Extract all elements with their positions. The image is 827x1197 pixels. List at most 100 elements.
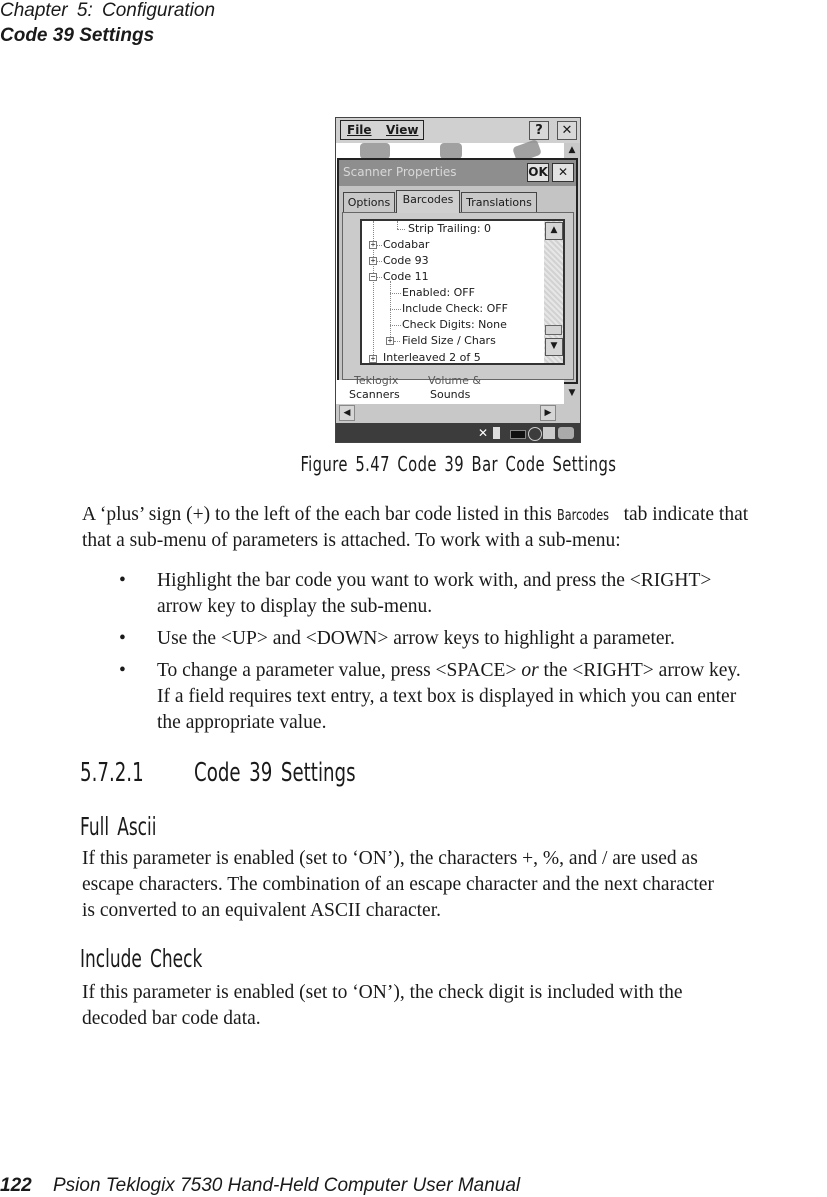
- volume-label: Volume &: [428, 374, 481, 387]
- connection-icon: [493, 427, 500, 439]
- chapter-header: Chapter 5: Configuration: [0, 0, 216, 21]
- bullet-line: Use the <UP> and <DOWN> arrow keys to hi…: [157, 628, 675, 649]
- bullet-text: To change a parameter value, press <SPAC…: [157, 660, 522, 681]
- figure-caption: Figure 5.47 Code 39 Bar Code Settings: [300, 452, 617, 476]
- battery-icon: [510, 430, 526, 439]
- tree-line: [394, 341, 400, 342]
- scroll-down-icon[interactable]: ▼: [545, 338, 563, 356]
- tree-item-strip-trailing[interactable]: Strip Trailing: 0: [408, 221, 491, 237]
- include-check-paragraph: If this parameter is enabled (set to ‘ON…: [82, 980, 827, 1032]
- sounds-label[interactable]: Sounds: [430, 388, 470, 401]
- tree-scrollbar[interactable]: ▲ ▼: [544, 221, 563, 363]
- bullet-item: Highlight the bar code you want to work …: [157, 568, 827, 620]
- document-icon: [440, 143, 462, 159]
- close-button[interactable]: ✕: [557, 121, 577, 140]
- bullet-item: To change a parameter value, press <SPAC…: [157, 658, 827, 736]
- page-number: 122: [0, 1175, 32, 1196]
- ok-button[interactable]: OK: [527, 163, 549, 182]
- paragraph-line: escape characters. The combination of an…: [82, 874, 714, 895]
- bullet-marker: •: [119, 570, 126, 591]
- tree-item-field-size[interactable]: Field Size / Chars: [402, 333, 496, 349]
- tab-options[interactable]: Options: [343, 192, 395, 212]
- scanners-label[interactable]: Scanners: [349, 388, 400, 401]
- menu-bar: File View ? ✕: [336, 118, 580, 143]
- tab-barcodes[interactable]: Barcodes: [396, 190, 460, 213]
- dialog-close-button[interactable]: ✕: [552, 163, 574, 182]
- bullet-item: Use the <UP> and <DOWN> arrow keys to hi…: [157, 626, 827, 652]
- tree-item-code-11[interactable]: Code 11: [383, 269, 429, 285]
- tree-line: [377, 245, 382, 246]
- tree-line: [377, 277, 382, 278]
- teklogix-label: Teklogix: [354, 374, 399, 387]
- tab-strip: Options Barcodes Translations: [343, 190, 573, 213]
- bullet-line: If a field requires text entry, a text b…: [157, 686, 737, 707]
- users-icon: [360, 143, 390, 159]
- paragraph-line: If this parameter is enabled (set to ‘ON…: [82, 848, 698, 869]
- collapse-minus-icon[interactable]: −: [369, 273, 377, 281]
- scanner-properties-dialog: Scanner Properties OK ✕ Options Barcodes…: [337, 158, 578, 384]
- section-number: 5.7.2.1: [80, 758, 144, 788]
- tree-line: [397, 221, 398, 229]
- tree-line: [377, 261, 382, 262]
- desktop-hscroll[interactable]: ◀ ▶: [336, 405, 564, 422]
- scroll-down-icon[interactable]: ▼: [564, 386, 580, 402]
- intro-text: tab indicate that: [618, 504, 749, 525]
- paragraph-line: If this parameter is enabled (set to ‘ON…: [82, 982, 683, 1003]
- tree-line: [397, 229, 405, 230]
- dialog-title: Scanner Properties: [343, 165, 457, 179]
- camera-icon: [543, 427, 555, 439]
- tree-item-code-93[interactable]: Code 93: [383, 253, 429, 269]
- full-ascii-heading: Full Ascii: [80, 812, 157, 841]
- bullet-marker: •: [119, 660, 126, 681]
- tree-line: [390, 325, 401, 326]
- desktop-labels: Teklogix Scanners Volume & Sounds: [336, 374, 564, 404]
- intro-text: A ‘plus’ sign (+) to the left of the eac…: [82, 504, 557, 525]
- bullet-line: Highlight the bar code you want to work …: [157, 570, 712, 591]
- taskbar: ✕: [336, 423, 580, 442]
- section-title: Code 39 Settings: [194, 758, 356, 788]
- bullet-line: To change a parameter value, press <SPAC…: [157, 658, 827, 684]
- help-button[interactable]: ?: [529, 121, 549, 140]
- barcodes-tab-ref: Barcodes: [556, 506, 609, 524]
- manual-title: Psion Teklogix 7530 Hand-Held Computer U…: [53, 1175, 521, 1196]
- intro-line-1: A ‘plus’ sign (+) to the left of the eac…: [82, 502, 827, 528]
- tree-item-include-check[interactable]: Include Check: OFF: [402, 301, 508, 317]
- network-x-icon: ✕: [478, 426, 489, 440]
- tree-line: [390, 293, 401, 294]
- barcode-tree[interactable]: Strip Trailing: 0 + Codabar + Code 93 − …: [360, 219, 565, 365]
- dock-icon: [558, 427, 574, 439]
- scroll-up-icon[interactable]: ▲: [564, 143, 580, 159]
- section-header: Code 39 Settings: [0, 25, 155, 46]
- intro-paragraph: A ‘plus’ sign (+) to the left of the eac…: [82, 502, 827, 554]
- menu-box: File View: [340, 120, 424, 140]
- full-ascii-paragraph: If this parameter is enabled (set to ‘ON…: [82, 846, 827, 924]
- scroll-up-icon[interactable]: ▲: [545, 222, 563, 240]
- tree-item-interleaved[interactable]: Interleaved 2 of 5: [383, 350, 481, 363]
- intro-line-2: that a sub-menu of parameters is attache…: [82, 530, 621, 551]
- menu-view[interactable]: View: [386, 123, 418, 137]
- expand-plus-icon[interactable]: +: [369, 257, 377, 265]
- scroll-right-icon[interactable]: ▶: [540, 405, 556, 421]
- paragraph-line: decoded bar code data.: [82, 1008, 261, 1029]
- tree-item-check-digits[interactable]: Check Digits: None: [402, 317, 507, 333]
- expand-plus-icon[interactable]: +: [386, 337, 394, 345]
- expand-plus-icon[interactable]: +: [369, 355, 377, 363]
- scroll-left-icon[interactable]: ◀: [339, 405, 355, 421]
- tab-translations[interactable]: Translations: [461, 192, 537, 212]
- tree-item-codabar[interactable]: Codabar: [383, 237, 429, 253]
- bullet-line: arrow key to display the sub-menu.: [157, 596, 433, 617]
- tree-line: [390, 309, 401, 310]
- no-signal-icon: [528, 427, 542, 441]
- barcodes-tab-pane: Strip Trailing: 0 + Codabar + Code 93 − …: [342, 212, 574, 380]
- bullet-text: the <RIGHT> arrow key.: [538, 660, 741, 681]
- device-screenshot: File View ? ✕ ▲ ▼ Scanner Properties OK …: [335, 117, 581, 443]
- menu-file[interactable]: File: [347, 123, 372, 137]
- paragraph-line: is converted to an equivalent ASCII char…: [82, 900, 441, 921]
- include-check-heading: Include Check: [80, 944, 203, 973]
- bullet-marker: •: [119, 628, 126, 649]
- expand-plus-icon[interactable]: +: [369, 241, 377, 249]
- emphasis-or: or: [521, 660, 539, 681]
- scroll-thumb[interactable]: [545, 325, 562, 335]
- tree-line: [390, 281, 391, 343]
- tree-item-enabled[interactable]: Enabled: OFF: [402, 285, 475, 301]
